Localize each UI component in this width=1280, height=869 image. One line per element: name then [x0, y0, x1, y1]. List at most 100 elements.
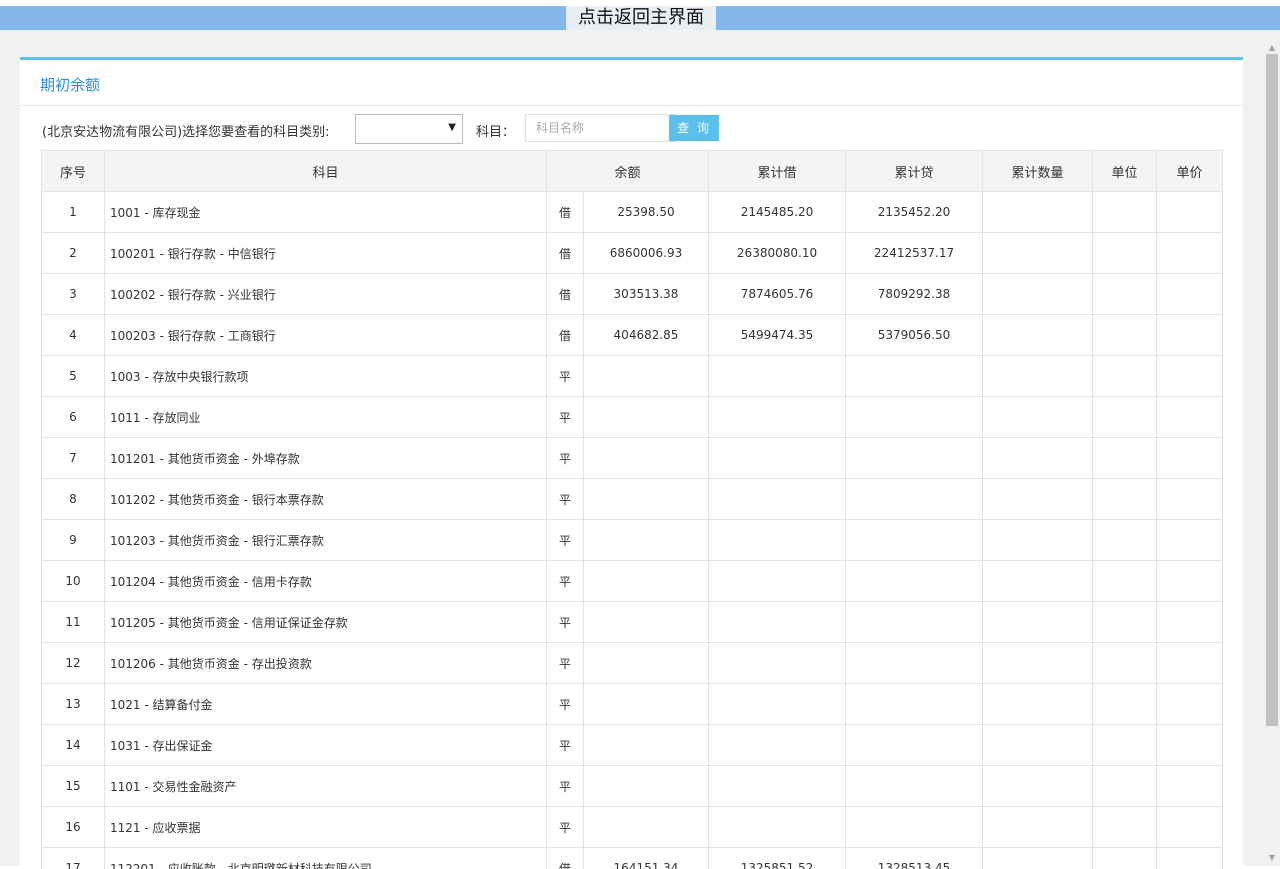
cell-direction: 平 [547, 725, 584, 766]
cell-unit-price [1157, 315, 1223, 356]
cell-quantity [983, 356, 1093, 397]
table-row[interactable]: 151101 - 交易性金融资产平 [42, 766, 1223, 807]
table-row[interactable]: 9101203 - 其他货币资金 - 银行汇票存款平 [42, 520, 1223, 561]
cell-subject: 101201 - 其他货币资金 - 外埠存款 [105, 438, 547, 479]
header-unit: 单位 [1093, 151, 1157, 192]
cell-unit [1093, 766, 1157, 807]
subject-label: 科目： [476, 121, 515, 140]
cell-direction: 平 [547, 520, 584, 561]
category-select[interactable]: ▼ [355, 114, 463, 144]
cell-subject: 1101 - 交易性金融资产 [105, 766, 547, 807]
cell-quantity [983, 274, 1093, 315]
cell-debit: 5499474.35 [709, 315, 846, 356]
cell-direction: 平 [547, 561, 584, 602]
table-row[interactable]: 7101201 - 其他货币资金 - 外埠存款平 [42, 438, 1223, 479]
table-row[interactable]: 8101202 - 其他货币资金 - 银行本票存款平 [42, 479, 1223, 520]
table-row[interactable]: 141031 - 存出保证金平 [42, 725, 1223, 766]
cell-seq: 9 [42, 520, 105, 561]
header-subject: 科目 [105, 151, 547, 192]
cell-unit-price [1157, 561, 1223, 602]
cell-direction: 借 [547, 274, 584, 315]
cell-unit-price [1157, 643, 1223, 684]
table-row[interactable]: 11101205 - 其他货币资金 - 信用证保证金存款平 [42, 602, 1223, 643]
cell-balance: 6860006.93 [584, 233, 709, 274]
cell-quantity [983, 643, 1093, 684]
cell-balance [584, 725, 709, 766]
table-row[interactable]: 10101204 - 其他货币资金 - 信用卡存款平 [42, 561, 1223, 602]
cell-subject: 100202 - 银行存款 - 兴业银行 [105, 274, 547, 315]
header-seq: 序号 [42, 151, 105, 192]
table-row[interactable]: 12101206 - 其他货币资金 - 存出投资款平 [42, 643, 1223, 684]
scrollbar-thumb[interactable] [1266, 54, 1278, 726]
table-row[interactable]: 61011 - 存放同业平 [42, 397, 1223, 438]
table-row[interactable]: 51003 - 存放中央银行款项平 [42, 356, 1223, 397]
cell-credit [846, 397, 983, 438]
cell-seq: 11 [42, 602, 105, 643]
query-button[interactable]: 查 询 [669, 115, 719, 141]
cell-unit [1093, 192, 1157, 233]
cell-credit [846, 561, 983, 602]
cell-subject: 100201 - 银行存款 - 中信银行 [105, 233, 547, 274]
cell-seq: 14 [42, 725, 105, 766]
cell-seq: 7 [42, 438, 105, 479]
cell-seq: 4 [42, 315, 105, 356]
cell-quantity [983, 397, 1093, 438]
cell-balance [584, 684, 709, 725]
table-row[interactable]: 2100201 - 银行存款 - 中信银行借6860006.9326380080… [42, 233, 1223, 274]
cell-quantity [983, 766, 1093, 807]
scroll-down-arrow-icon[interactable]: ▼ [1264, 850, 1280, 866]
cell-unit-price [1157, 233, 1223, 274]
cell-unit [1093, 725, 1157, 766]
cell-credit [846, 807, 983, 848]
cell-credit [846, 684, 983, 725]
cell-seq: 15 [42, 766, 105, 807]
cell-unit-price [1157, 520, 1223, 561]
cell-subject: 1031 - 存出保证金 [105, 725, 547, 766]
header-debit: 累计借 [709, 151, 846, 192]
cell-debit: 26380080.10 [709, 233, 846, 274]
cell-unit [1093, 397, 1157, 438]
table-row[interactable]: 11001 - 库存现金借25398.502145485.202135452.2… [42, 192, 1223, 233]
cell-seq: 2 [42, 233, 105, 274]
cell-unit-price [1157, 766, 1223, 807]
vertical-scrollbar[interactable]: ▲ ▼ [1264, 30, 1280, 866]
cell-unit-price [1157, 725, 1223, 766]
cell-credit: 22412537.17 [846, 233, 983, 274]
cell-debit [709, 602, 846, 643]
table-row[interactable]: 161121 - 应收票据平 [42, 807, 1223, 848]
panel-divider [20, 105, 1243, 106]
back-to-main-button[interactable]: 点击返回主界面 [566, 6, 716, 30]
cell-direction: 平 [547, 602, 584, 643]
cell-unit-price [1157, 807, 1223, 848]
cell-balance [584, 397, 709, 438]
cell-unit-price [1157, 356, 1223, 397]
panel-title: 期初余额 [40, 74, 100, 95]
table-row[interactable]: 131021 - 结算备付金平 [42, 684, 1223, 725]
cell-direction: 平 [547, 438, 584, 479]
cell-unit [1093, 274, 1157, 315]
cell-balance [584, 602, 709, 643]
cell-balance: 25398.50 [584, 192, 709, 233]
cell-seq: 3 [42, 274, 105, 315]
cell-unit-price [1157, 602, 1223, 643]
subject-name-input[interactable] [525, 114, 677, 142]
cell-debit: 2145485.20 [709, 192, 846, 233]
cell-unit [1093, 643, 1157, 684]
cell-unit [1093, 315, 1157, 356]
cell-credit [846, 643, 983, 684]
cell-balance: 303513.38 [584, 274, 709, 315]
cell-debit [709, 725, 846, 766]
cell-unit [1093, 479, 1157, 520]
cell-unit [1093, 233, 1157, 274]
cell-unit-price [1157, 438, 1223, 479]
cell-debit [709, 479, 846, 520]
cell-balance [584, 356, 709, 397]
cell-credit [846, 602, 983, 643]
cell-unit [1093, 561, 1157, 602]
cell-seq: 5 [42, 356, 105, 397]
cell-credit [846, 479, 983, 520]
cell-debit [709, 684, 846, 725]
table-row[interactable]: 3100202 - 银行存款 - 兴业银行借303513.387874605.7… [42, 274, 1223, 315]
table-row[interactable]: 4100203 - 银行存款 - 工商银行借404682.855499474.3… [42, 315, 1223, 356]
cell-direction: 平 [547, 356, 584, 397]
